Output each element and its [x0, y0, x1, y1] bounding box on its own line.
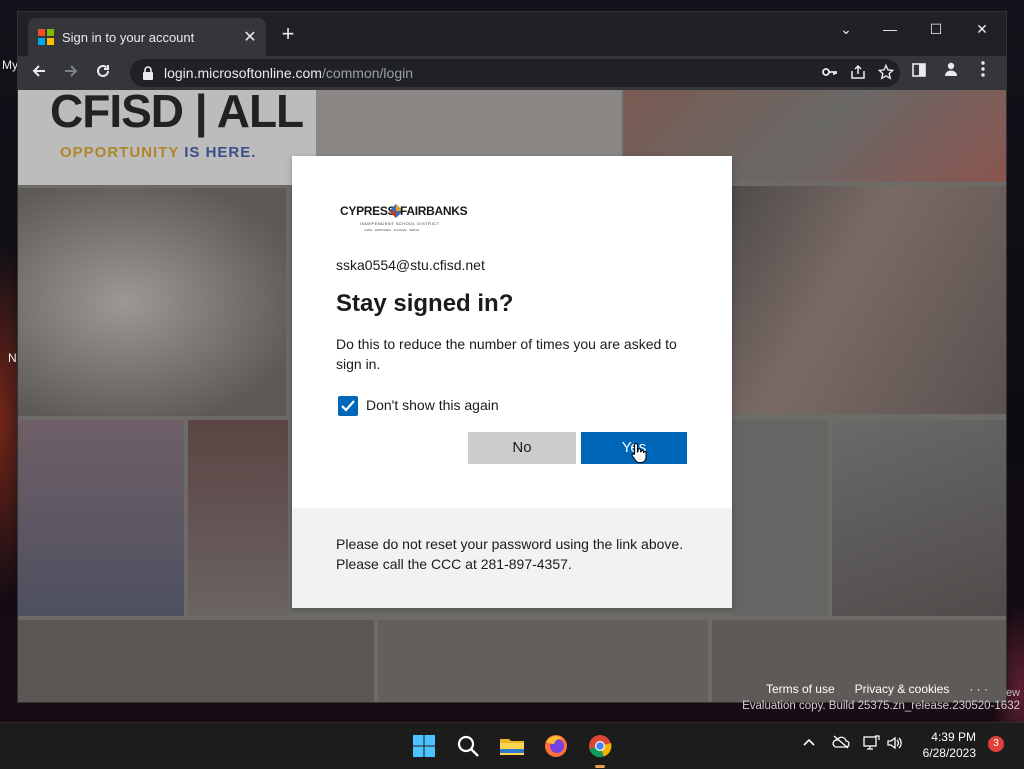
microsoft-icon — [38, 29, 54, 45]
tagline-part-a: OPPORTUNITY — [60, 144, 180, 161]
desktop-icon-label[interactable]: My — [2, 58, 18, 72]
more-menu-icon[interactable] — [970, 60, 996, 86]
checkmark-icon — [341, 400, 355, 412]
new-tab-button[interactable]: + — [276, 22, 300, 46]
close-tab-icon[interactable]: ✕ — [238, 27, 262, 47]
taskbar: 4:39 PM 6/28/2023 3 — [0, 722, 1024, 769]
key-icon[interactable] — [816, 65, 844, 81]
tagline-part-b: IS HERE. — [184, 144, 257, 161]
system-clock[interactable]: 4:39 PM 6/28/2023 — [923, 729, 976, 761]
chevron-up-icon[interactable] — [802, 735, 816, 752]
background-photo — [732, 186, 1006, 414]
background-photo — [378, 620, 708, 702]
search-icon[interactable] — [452, 730, 484, 762]
forward-arrow-icon[interactable] — [58, 60, 84, 86]
desktop-icon-label[interactable]: N — [8, 351, 17, 365]
dialog-description: Do this to reduce the number of times yo… — [336, 336, 677, 372]
checkbox-label[interactable]: Don't show this again — [366, 397, 499, 413]
background-photo — [18, 188, 286, 416]
dont-show-again-checkbox[interactable] — [338, 396, 358, 416]
reload-icon[interactable] — [90, 60, 116, 86]
browser-toolbar: login.microsoftonline.com/common/login — [18, 56, 1006, 90]
browser-window: Sign in to your account ✕ + ⌄ — ☐ ✕ logi… — [18, 12, 1006, 702]
background-photo — [18, 620, 374, 702]
terms-of-use-link[interactable]: Terms of use — [766, 682, 835, 696]
notification-badge[interactable]: 3 — [988, 736, 1004, 752]
notice-panel: Please do not reset your password using … — [292, 508, 732, 608]
hand-cursor-icon — [631, 442, 647, 463]
network-icon[interactable] — [862, 735, 880, 754]
no-button[interactable]: No — [468, 432, 576, 464]
watermark-edge-text: ew — [1005, 687, 1020, 699]
district-banner: CFISD | ALL OPPORTUNITY IS HERE. — [18, 90, 316, 185]
firefox-icon[interactable] — [540, 730, 572, 762]
chrome-icon[interactable] — [584, 730, 616, 768]
url-path: /common/login — [321, 65, 414, 81]
evaluation-watermark: Evaluation copy. Build 25375.zn_release.… — [742, 700, 1020, 712]
clock-date: 6/28/2023 — [922, 746, 976, 760]
share-icon[interactable] — [844, 64, 872, 82]
background-photo — [832, 420, 1006, 616]
side-panel-icon[interactable] — [906, 60, 932, 86]
banner-tagline: OPPORTUNITY IS HERE. — [60, 144, 256, 161]
banner-logo: CFISD | ALL — [50, 90, 304, 137]
logo-motto: CARE · EMPOWER · ACHIEVE · SERVE — [364, 228, 420, 232]
back-arrow-icon[interactable] — [26, 60, 52, 86]
tab-strip: Sign in to your account ✕ + ⌄ — ☐ ✕ — [18, 12, 1006, 56]
stay-signed-in-dialog: CYPRESS FAIRBANKS INDEPENDENT SCHOOL DIS… — [292, 156, 732, 608]
notice-text: Please do not reset your password using … — [336, 536, 684, 572]
clock-time: 4:39 PM — [931, 730, 976, 744]
logo-subtitle: INDEPENDENT SCHOOL DISTRICT — [360, 221, 440, 226]
file-explorer-icon[interactable] — [496, 730, 528, 762]
logo-word-left: CYPRESS — [340, 204, 396, 218]
url-host: login.microsoftonline.com — [164, 65, 322, 81]
background-photo — [18, 420, 184, 616]
windows-start-icon[interactable] — [408, 730, 440, 762]
volume-icon[interactable] — [886, 735, 904, 754]
tab-search-icon[interactable]: ⌄ — [828, 16, 864, 42]
onedrive-offline-icon[interactable] — [832, 735, 850, 752]
tab-title: Sign in to your account — [62, 29, 195, 45]
page-footer: Terms of use Privacy & cookies · · · — [766, 682, 988, 696]
maximize-button[interactable]: ☐ — [918, 16, 954, 42]
logo-word-right: FAIRBANKS — [400, 204, 468, 218]
privacy-cookies-link[interactable]: Privacy & cookies — [855, 682, 950, 696]
tab-sign-in[interactable]: Sign in to your account ✕ — [28, 18, 266, 56]
background-photo — [732, 420, 828, 616]
lock-icon[interactable] — [142, 66, 154, 80]
minimize-button[interactable]: — — [872, 16, 908, 42]
dialog-title: Stay signed in? — [336, 290, 514, 317]
profile-icon[interactable] — [938, 60, 964, 86]
page-content: CFISD | ALL OPPORTUNITY IS HERE. Terms o… — [18, 90, 1006, 702]
account-identity: sska0554@stu.cfisd.net — [336, 257, 485, 273]
more-options-icon[interactable]: · · · — [969, 682, 988, 696]
address-bar[interactable]: login.microsoftonline.com/common/login — [130, 59, 900, 87]
url-text: login.microsoftonline.com/common/login — [164, 65, 816, 81]
background-photo — [188, 420, 288, 616]
bookmark-star-icon[interactable] — [872, 63, 900, 83]
district-logo: CYPRESS FAIRBANKS INDEPENDENT SCHOOL DIS… — [340, 204, 468, 236]
close-window-button[interactable]: ✕ — [964, 16, 1000, 42]
